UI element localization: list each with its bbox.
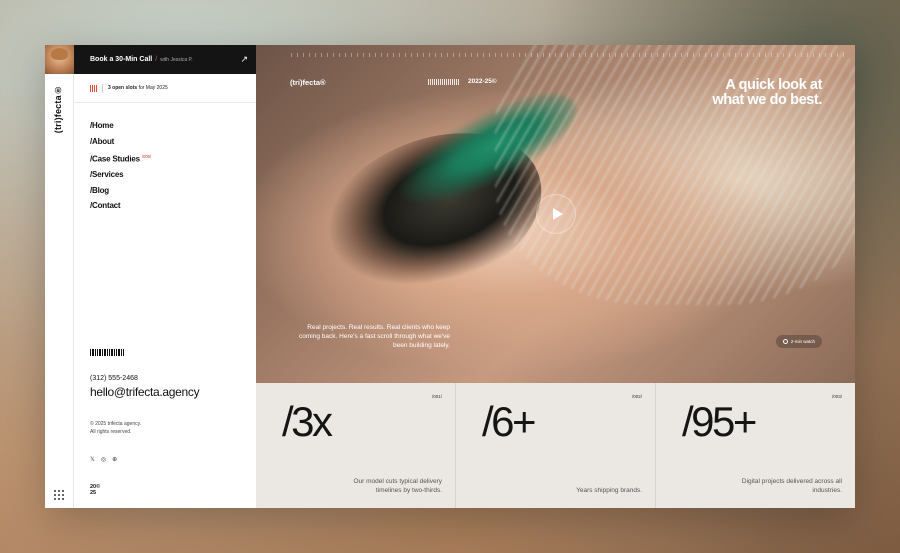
- sidebar-main: Book a 30-Min Call / with Jessica P. ↗ 3…: [74, 45, 256, 508]
- stat-index: /002/: [631, 394, 642, 399]
- grid-menu-icon[interactable]: [54, 490, 64, 500]
- hero-video[interactable]: (tri)fecta® 2022-25© A quick look at wha…: [256, 45, 855, 383]
- stat-card: /002/ /6+ Years shipping brands.: [456, 383, 656, 508]
- avatar[interactable]: [45, 45, 74, 74]
- nav-services[interactable]: /Services: [90, 167, 151, 183]
- stat-description: Digital projects delivered across all in…: [741, 478, 842, 494]
- watch-duration-badge: 2-min watch: [775, 335, 822, 348]
- hero-description: Real projects. Real results. Real client…: [299, 324, 450, 349]
- stat-value: /95+: [682, 398, 757, 445]
- main-nav: /Home /About /Case Studies/009/ /Service…: [90, 118, 151, 214]
- stat-value: /6+: [482, 398, 537, 445]
- stat-card: /001/ /3x Our model cuts typical deliver…: [256, 383, 456, 508]
- copyright: © 2025 trifecta agency. All rights reser…: [90, 421, 142, 435]
- hero-title: A quick look at what we do best.: [712, 77, 822, 108]
- book-call-title: Book a 30-Min Call: [90, 56, 153, 63]
- x-twitter-icon[interactable]: 𝕏: [90, 456, 95, 463]
- hero-barcode-graphic: [428, 79, 459, 85]
- stat-value: /3x: [282, 398, 333, 445]
- email-address[interactable]: hello@trifecta.agency: [90, 385, 200, 399]
- book-call-slash: /: [155, 56, 158, 63]
- clock-icon: [782, 339, 788, 344]
- slots-for: for May 2025: [138, 85, 168, 91]
- stats-row: /001/ /3x Our model cuts typical deliver…: [256, 383, 855, 508]
- watch-label: 2-min watch: [790, 339, 815, 344]
- hero-timeline-ticks: [291, 53, 845, 57]
- sidebar: (tri)fecta® Book a 30-Min Call / with Je…: [45, 45, 256, 508]
- barcode-graphic: [90, 349, 124, 356]
- stat-description: Years shipping brands.: [576, 487, 642, 494]
- play-button[interactable]: [536, 194, 576, 234]
- nav-case-studies[interactable]: /Case Studies/009/: [90, 149, 151, 167]
- stat-index: /001/: [431, 394, 442, 399]
- arrow-up-right-icon: ↗: [240, 54, 248, 64]
- hero-logo[interactable]: (tri)fecta®: [290, 78, 326, 87]
- vertical-logo[interactable]: (tri)fecta®: [53, 85, 63, 133]
- nav-contact[interactable]: /Contact: [90, 198, 151, 214]
- stat-description: Our model cuts typical delivery timeline…: [353, 478, 442, 494]
- case-studies-count-badge: /009/: [141, 154, 151, 159]
- dribbble-icon[interactable]: ⊕: [112, 456, 117, 463]
- nav-home[interactable]: /Home: [90, 118, 151, 134]
- content-area: (tri)fecta® 2022-25© A quick look at wha…: [256, 45, 855, 508]
- divider: [102, 83, 103, 93]
- book-call-with: with Jessica P.: [160, 56, 193, 63]
- social-links: 𝕏 ◎ ⊕: [90, 456, 117, 463]
- hero-year: 2022-25©: [468, 78, 497, 85]
- instagram-icon[interactable]: ◎: [101, 456, 106, 463]
- year-mark: 20© 25: [90, 484, 101, 496]
- site-frame: (tri)fecta® Book a 30-Min Call / with Je…: [45, 45, 855, 508]
- nav-blog[interactable]: /Blog: [90, 183, 151, 199]
- slots-count: 3 open slots: [108, 85, 138, 91]
- stat-index: /003/: [831, 394, 842, 399]
- sidebar-rail: (tri)fecta®: [45, 45, 74, 508]
- phone-number[interactable]: (312) 555-2468: [90, 375, 138, 382]
- slots-indicator-icon: [90, 84, 97, 92]
- stat-card: /003/ /95+ Digital projects delivered ac…: [656, 383, 855, 508]
- book-call-button[interactable]: Book a 30-Min Call / with Jessica P. ↗: [74, 45, 256, 74]
- nav-about[interactable]: /About: [90, 134, 151, 150]
- open-slots: 3 open slots for May 2025: [74, 74, 256, 103]
- play-icon: [552, 208, 563, 220]
